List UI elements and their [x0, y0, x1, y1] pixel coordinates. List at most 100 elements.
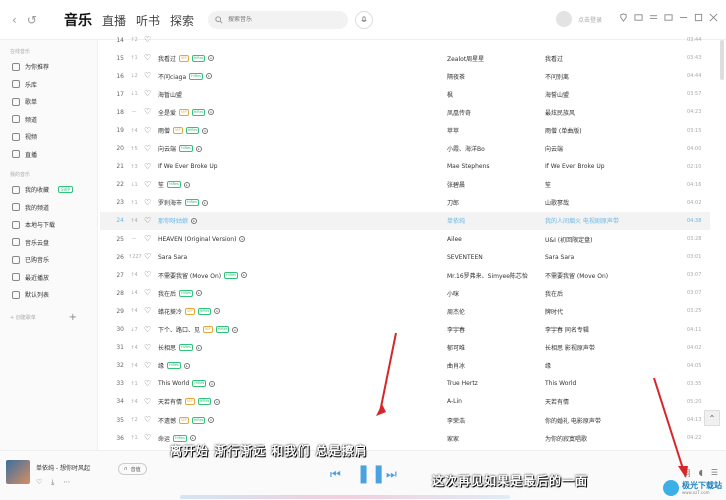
song-title-cell[interactable]: This World HiRes ▸ [158, 380, 216, 388]
song-title[interactable]: Sara Sara [158, 254, 187, 261]
song-row[interactable]: 31 ↑4 ♡ 长相思 HiRes ▸ 郁可唯 长相思 影视原声带 04:02 [100, 339, 710, 357]
sidebar-item-live[interactable]: 直播 [0, 146, 97, 164]
song-title[interactable]: 不需要我留 (Move On) [158, 271, 221, 280]
song-title[interactable]: 长相思 [158, 343, 176, 352]
song-row[interactable]: 35 ↑2 ♡ 不遗憾 VIP HiRes ▸ 李荣浩 你的婚礼 电影原声带 04:13 [100, 411, 710, 429]
previous-button[interactable]: ⏮ [330, 467, 341, 482]
heart-icon[interactable]: ♡ [144, 72, 152, 80]
next-button[interactable]: ⏭ [386, 467, 397, 482]
song-row[interactable]: 24 ↑4 ♡ 那你呀姑娘 ▸ 单依纯 我的人间烟火 电视剧原声带 04:38 [100, 211, 710, 231]
progress-bar[interactable] [180, 495, 510, 499]
song-album[interactable]: Sara Sara [545, 254, 574, 261]
song-row[interactable]: 15 ↑1 ♡ 我看过 VIP HiRes ▸ Zealot周星星 我看过 03:43 [100, 49, 710, 67]
sidebar-item-cloud[interactable]: 音乐云盘 [0, 234, 97, 252]
song-title-cell[interactable]: 天若有情 VIP HiRes ▸ [158, 397, 221, 406]
heart-icon[interactable]: ♡ [144, 144, 152, 153]
song-title-cell[interactable]: 向云端 HiRes ▸ [158, 144, 202, 153]
song-row[interactable]: 32 ↑4 ♡ 缘 HiRes ▸ 曲肖冰缘 04:05 [100, 357, 710, 375]
song-artist[interactable]: 小霞、海洋Bo [447, 144, 485, 153]
song-row[interactable]: 14 ↑2 ♡ 03:44 [100, 31, 710, 49]
login-link[interactable]: 点击登录 [578, 15, 602, 24]
sound-quality-button[interactable]: ∩ 音值 [118, 463, 147, 475]
song-title-cell[interactable]: 全是爱 VIP HiRes ▸ [158, 108, 215, 117]
mv-icon[interactable]: ▸ [202, 127, 209, 134]
song-title-cell[interactable]: 蜡花葵冷 VIP HiRes ▸ [158, 307, 221, 316]
song-artist[interactable]: Zealot周星星 [447, 54, 484, 63]
sidebar-item-recent[interactable]: 最近播放 [0, 269, 97, 287]
heart-icon[interactable]: ♡ [144, 416, 152, 424]
like-icon[interactable]: ♡ [36, 478, 42, 487]
close-icon[interactable] [709, 13, 718, 22]
song-artist[interactable]: 家家 [447, 434, 459, 443]
scrollbar[interactable] [719, 40, 724, 450]
song-title[interactable]: 向云端 [158, 144, 176, 153]
song-artist[interactable]: Mr.16罗弗来、Simyee陈芯怡 [447, 271, 528, 280]
user-area[interactable]: 点击登录 [556, 11, 602, 27]
song-title[interactable]: 不遗憾 [158, 416, 176, 425]
song-artist[interactable]: 隔夜茶 [447, 72, 465, 81]
song-row[interactable]: 19 ↑4 ♡ 雨僧 VIP HiRes ▸ 苹苹 雨僧 (单曲版) 03:15 [100, 121, 710, 139]
sidebar-item-library[interactable]: 乐库 [0, 76, 97, 94]
heart-icon[interactable]: ♡ [144, 36, 152, 44]
song-artist[interactable]: 刀郎 [447, 198, 459, 207]
mini-mode-icon[interactable] [664, 13, 673, 22]
song-row[interactable]: 28 ↓4 ♡ 我在后 HiRes ▸ 小咪 我在后 03:07 [100, 284, 710, 302]
song-row[interactable]: 30 ↓7 ♡ 下个、路口、见 VIP HiRes ▸ 李宇春 李宇春 同名专辑 04:11 [100, 321, 710, 339]
song-album[interactable]: This World [545, 380, 576, 387]
mv-icon[interactable]: ▸ [239, 236, 246, 243]
song-album[interactable]: 你的婚礼 电影原声带 [545, 416, 601, 425]
mail-icon[interactable] [634, 13, 643, 22]
song-title[interactable]: 我看过 [158, 54, 176, 63]
sidebar-item-purchased[interactable]: 已购音乐 [0, 251, 97, 269]
song-row[interactable]: 26 ↑227 ♡ Sara Sara SEVENTEEN Sara Sara 03:01 [100, 248, 710, 266]
song-album[interactable]: 海誓山盟 [545, 90, 569, 99]
sidebar-item-my-channels[interactable]: 我的频道 [0, 199, 97, 217]
pause-button[interactable]: ❚❚ [356, 463, 386, 484]
create-playlist-button[interactable]: + 创建歌单 + [0, 310, 97, 326]
song-album[interactable]: 我看过 [545, 54, 563, 63]
song-title-cell[interactable]: 不需要我留 (Move On) HiRes ▸ [158, 271, 247, 280]
minimize-icon[interactable] [679, 13, 688, 22]
song-artist[interactable]: 苹苹 [447, 126, 459, 135]
song-title[interactable]: 命运 [158, 434, 170, 443]
song-album[interactable]: 最炫民族风 [545, 108, 575, 117]
now-playing-title[interactable]: 单依纯 - 想你时风起 [36, 463, 90, 472]
song-row[interactable]: 27 ↑4 ♡ 不需要我留 (Move On) HiRes ▸ Mr.16罗弗来、Simye… [100, 266, 710, 284]
song-title[interactable]: 蜡花葵冷 [158, 307, 182, 316]
avatar[interactable] [556, 11, 572, 27]
heart-icon[interactable]: ♡ [144, 180, 152, 189]
song-title-cell[interactable]: 缘 HiRes ▸ [158, 361, 190, 370]
song-row[interactable]: 22 ↓1 ♡ 笙 HiRes ▸ 张碧晨笙 04:16 [100, 176, 710, 194]
song-title-cell[interactable]: 那你呀姑娘 ▸ [158, 216, 198, 225]
song-artist[interactable]: 李荣浩 [447, 416, 465, 425]
song-title-cell[interactable]: 罗刹海市 HiRes ▸ [158, 198, 208, 207]
song-title[interactable]: 笙 [158, 180, 164, 189]
song-album[interactable]: 缘 [545, 361, 551, 370]
song-artist[interactable]: True Hertz [447, 380, 478, 387]
heart-icon[interactable]: ♡ [144, 379, 152, 388]
search-input[interactable] [228, 16, 339, 23]
song-row[interactable]: 20 ↑5 ♡ 向云端 HiRes ▸ 小霞、海洋Bo 向云端 04:00 [100, 140, 710, 158]
heart-icon[interactable]: ♡ [144, 216, 152, 225]
song-title[interactable]: 那你呀姑娘 [158, 216, 188, 225]
sidebar-item-local-download[interactable]: 本地与下载 [0, 216, 97, 234]
heart-icon[interactable]: ♡ [144, 434, 152, 442]
song-title-cell[interactable]: 不遗憾 VIP HiRes ▸ [158, 416, 215, 425]
song-title-cell[interactable]: HEAVEN (Original Version) ▸ [158, 236, 246, 243]
song-title-cell[interactable]: If We Ever Broke Up [158, 163, 218, 170]
song-artist[interactable]: 张碧晨 [447, 180, 465, 189]
song-row[interactable]: 16 ↓2 ♡ 不问ciaga HiRes ▸ 隔夜茶 不问别离 04:44 [100, 67, 710, 85]
tab-audiobook[interactable]: 听书 [136, 12, 160, 29]
heart-icon[interactable]: ♡ [144, 361, 152, 370]
song-album[interactable]: 笙 [545, 180, 551, 189]
download-icon[interactable]: ⤓ [51, 478, 54, 487]
maximize-icon[interactable] [694, 13, 703, 22]
song-title[interactable]: 不问ciaga [158, 72, 186, 81]
tab-music[interactable]: 音乐 [64, 10, 92, 30]
plus-icon[interactable]: + [69, 312, 77, 323]
song-album[interactable]: 不需要我留 (Move On) [545, 271, 608, 280]
song-title[interactable]: 雨僧 [158, 126, 170, 135]
mv-icon[interactable]: ▸ [201, 199, 208, 206]
song-title-cell[interactable]: 笙 HiRes ▸ [158, 180, 190, 189]
song-title[interactable]: 海暂山盟 [158, 90, 182, 99]
